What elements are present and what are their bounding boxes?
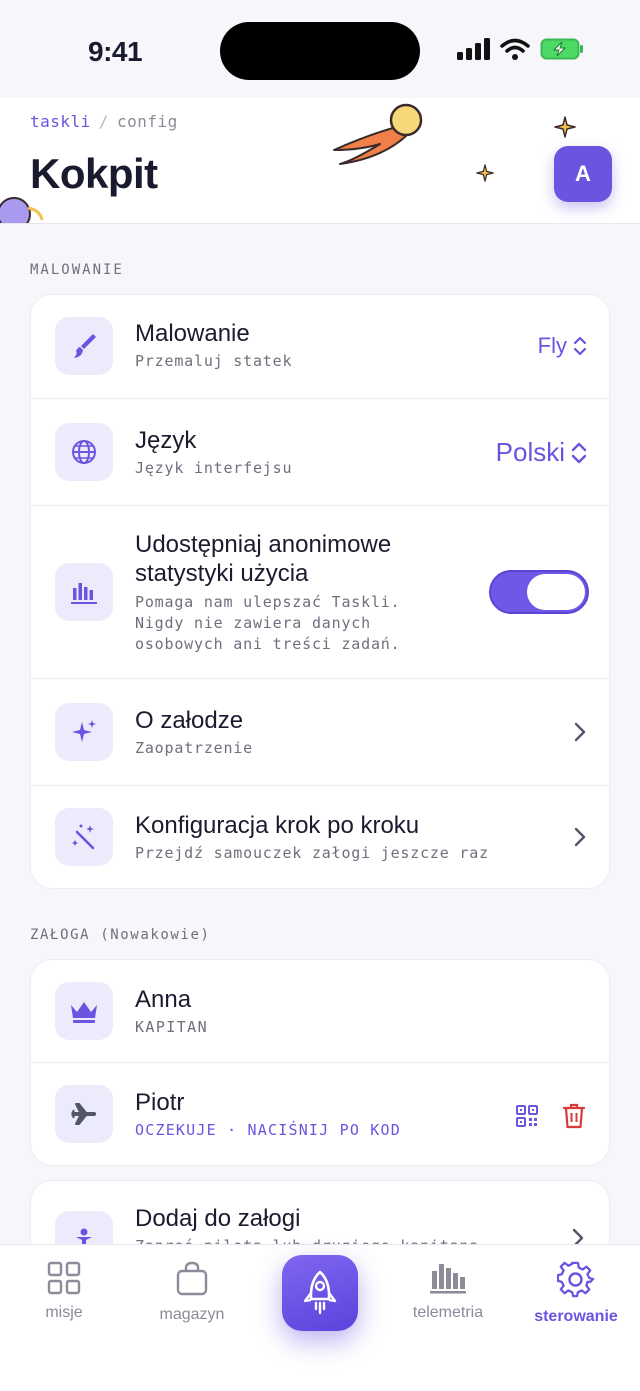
crew-member-row[interactable]: Piotr OCZEKUJE · NACIŚNIJ PO KOD: [31, 1063, 609, 1165]
breadcrumb-current: config: [116, 112, 178, 131]
row-subtitle: Zaopatrzenie: [135, 739, 253, 757]
page-title: Kokpit: [30, 150, 158, 197]
breadcrumb: taskli / config: [30, 112, 178, 131]
battery-charging-icon: [540, 38, 583, 60]
row-title-line-1: Udostępniaj anonimowe: [135, 531, 392, 558]
tab-control[interactable]: sterowanie: [512, 1261, 640, 1326]
row-title: O załodze: [135, 707, 244, 734]
chevron-up-down-icon: [571, 442, 587, 463]
trash-icon[interactable]: [562, 1102, 586, 1130]
planet-decoration: [0, 197, 44, 223]
toggle-knob: [527, 574, 585, 610]
comet-illustration: [333, 103, 423, 165]
section-label-crew: ZAŁOGA (Nowakowie): [30, 927, 211, 943]
chevron-right-icon: [574, 722, 586, 742]
row-title: Konfiguracja krok po kroku: [135, 812, 420, 839]
airplane-icon: [55, 1085, 113, 1143]
globe-icon: [55, 423, 113, 481]
crew-card: Anna KAPITAN Piotr OCZEKUJE · NACIŚNIJ P…: [30, 959, 610, 1166]
row-subtitle-line-3: osobowych ani treści zadań.: [135, 635, 401, 653]
language-select-value: Polski: [495, 437, 565, 467]
crown-icon: [55, 982, 113, 1040]
star-decoration-large: [554, 116, 576, 138]
gear-icon: [556, 1261, 595, 1298]
row-title: Język: [135, 427, 197, 454]
row-title-line-2: statystyki użycia: [135, 560, 309, 587]
paintbrush-icon: [55, 317, 113, 375]
sparkles-icon: [55, 703, 113, 761]
bag-icon: [176, 1261, 208, 1296]
settings-card: Malowanie Przemaluj statek Fly Język Jęz…: [30, 294, 610, 889]
settings-row-analytics: Udostępniaj anonimowe statystyki użycia …: [31, 506, 609, 679]
bar-chart-icon: [55, 563, 113, 621]
paint-select-value: Fly: [537, 333, 567, 358]
settings-row-about-crew[interactable]: O załodze Zaopatrzenie: [31, 679, 609, 786]
status-icons: [456, 38, 584, 60]
chevron-right-icon: [574, 827, 586, 847]
row-subtitle: Przejdź samouczek załogi jeszcze raz: [135, 844, 489, 862]
avatar[interactable]: A: [554, 146, 612, 202]
wifi-icon: [500, 38, 530, 60]
signal-icon: [457, 38, 490, 60]
row-title: Malowanie: [135, 320, 250, 347]
breadcrumb-separator: /: [98, 112, 109, 131]
row-subtitle-line-1: Pomaga nam ulepszać Taskli.: [135, 593, 401, 611]
add-crew-title: Dodaj do załogi: [135, 1205, 301, 1232]
crew-member-name: Piotr: [135, 1089, 185, 1116]
paint-select[interactable]: Fly: [538, 333, 587, 359]
launch-button[interactable]: [282, 1255, 358, 1331]
row-subtitle: Język interfejsu: [135, 459, 293, 477]
tab-telemetry[interactable]: telemetria: [384, 1261, 512, 1322]
crew-member-row[interactable]: Anna KAPITAN: [31, 960, 609, 1063]
dynamic-island: [220, 22, 420, 80]
settings-row-onboarding[interactable]: Konfiguracja krok po kroku Przejdź samou…: [31, 786, 609, 888]
row-subtitle: Przemaluj statek: [135, 352, 293, 370]
grid-icon: [47, 1261, 81, 1295]
settings-row-language[interactable]: Język Język interfejsu Polski: [31, 399, 609, 506]
section-label-painting: MALOWANIE: [30, 262, 124, 278]
breadcrumb-app-link[interactable]: taskli: [30, 112, 91, 131]
tab-missions[interactable]: misje: [0, 1261, 128, 1322]
row-subtitle-line-2: Nigdy nie zawiera danych: [135, 614, 371, 632]
tab-storage[interactable]: magazyn: [128, 1261, 256, 1324]
status-bar: 9:41: [0, 0, 640, 98]
language-select[interactable]: Polski: [496, 437, 587, 468]
status-time: 9:41: [88, 36, 143, 67]
tab-label: magazyn: [159, 1306, 225, 1323]
magic-wand-icon: [55, 808, 113, 866]
crew-member-status: OCZEKUJE · NACIŚNIJ PO KOD: [135, 1121, 401, 1139]
tab-label: telemetria: [412, 1304, 484, 1321]
crew-member-name: Anna: [135, 986, 192, 1013]
tab-bar: misje magazyn telemetria sterowanie: [0, 1244, 640, 1391]
tab-label: sterowanie: [534, 1308, 618, 1325]
bars-icon: [430, 1264, 466, 1294]
page-header: taskli / config Kokpit A: [0, 98, 640, 224]
qr-code-icon[interactable]: [515, 1104, 539, 1128]
tab-label: misje: [45, 1304, 83, 1321]
star-decoration-small: [476, 164, 494, 182]
rocket-icon: [303, 1270, 337, 1315]
crew-member-role: KAPITAN: [135, 1018, 209, 1036]
analytics-toggle[interactable]: [489, 570, 589, 614]
chevron-up-down-icon: [573, 336, 587, 356]
settings-row-paint[interactable]: Malowanie Przemaluj statek Fly: [31, 295, 609, 399]
